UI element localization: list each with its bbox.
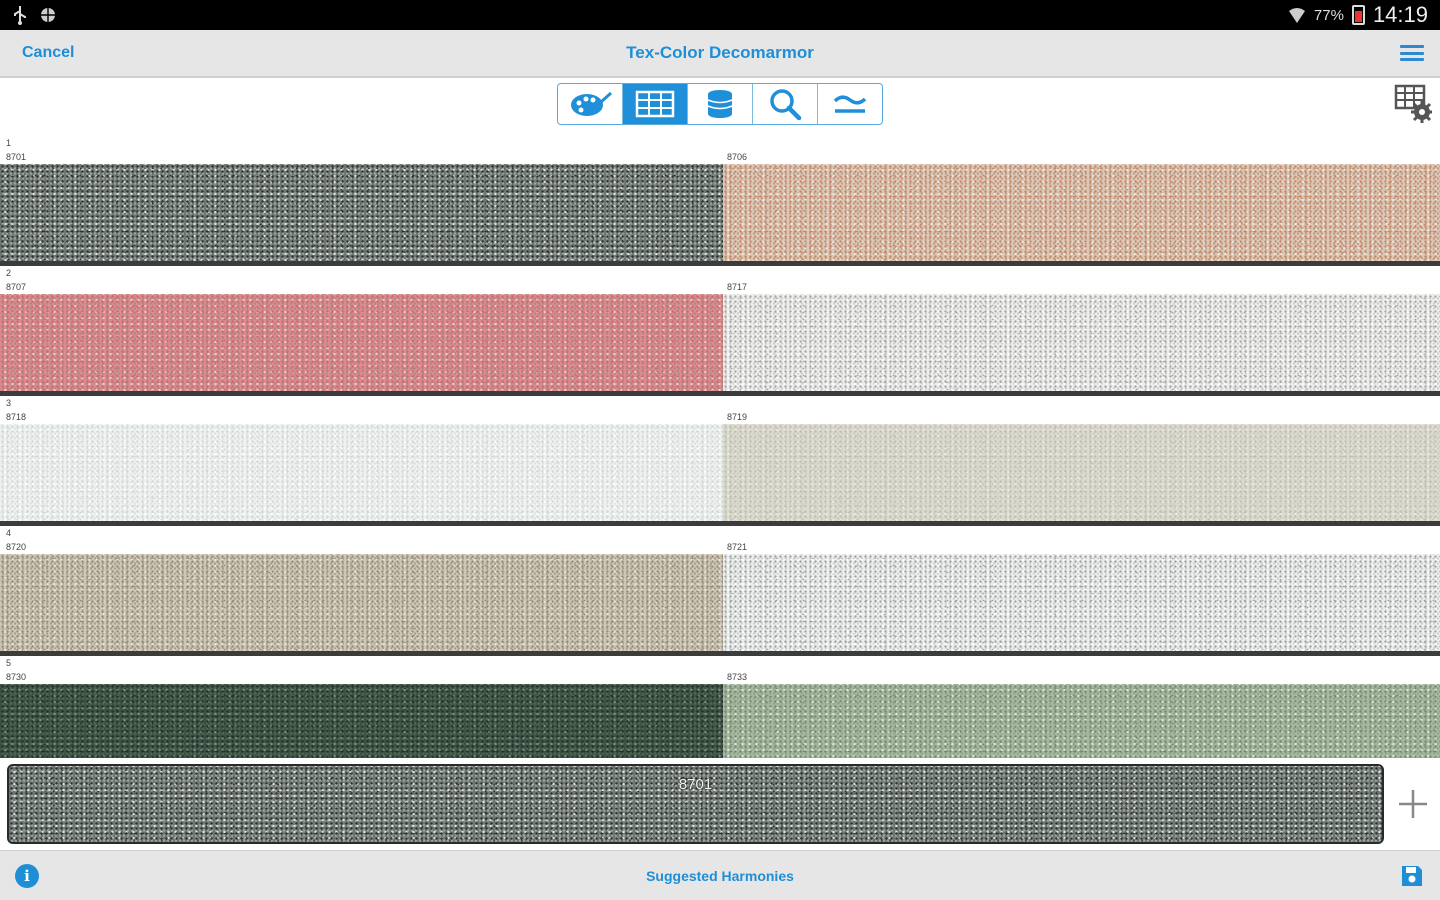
plus-icon[interactable]: [1396, 787, 1430, 821]
palette-brush-icon: [571, 91, 613, 116]
android-debug-icon: [40, 7, 56, 23]
swatch-card[interactable]: 8733: [723, 656, 1440, 758]
swatch-card[interactable]: 8718: [0, 396, 723, 521]
swatch-row: 1 8701 8706: [0, 136, 1440, 266]
swatch-texture: [723, 424, 1440, 521]
swatch-texture: [0, 164, 723, 261]
swatch-card[interactable]: 8719: [723, 396, 1440, 521]
battery-percent: 77%: [1313, 6, 1344, 24]
status-left: [12, 5, 58, 25]
swatch-texture: [723, 164, 1440, 261]
swatch-card[interactable]: 8717: [723, 266, 1440, 391]
swatch-card[interactable]: 8721: [723, 526, 1440, 651]
swatch-code: 8717: [727, 282, 748, 292]
swatch-code: 8720: [6, 542, 27, 552]
swatch-list: 1 8701 8706 2 8707 8717 3 8718 8719 4 87…: [0, 136, 1440, 758]
swatch-code: 8718: [6, 412, 27, 422]
suggested-harmonies-button[interactable]: Suggested Harmonies: [0, 868, 1440, 884]
color-stack-icon: [707, 90, 733, 118]
swatch-texture: [723, 554, 1440, 651]
view-mode-toolbar: [557, 83, 883, 125]
swatch-card[interactable]: 8706: [723, 136, 1440, 261]
swatch-texture: [0, 554, 723, 651]
approximately-equal-icon: [833, 95, 867, 113]
swatch-card[interactable]: 8701: [0, 136, 723, 261]
tab-similar[interactable]: [818, 84, 882, 124]
swatch-card[interactable]: 8720: [0, 526, 723, 651]
swatch-texture: [0, 684, 723, 758]
swatch-card[interactable]: 8730: [0, 656, 723, 758]
swatch-code: 8719: [727, 412, 748, 422]
action-bar: Cancel Tex-Color Decomarmor: [0, 30, 1440, 78]
tab-color-stack[interactable]: [688, 84, 753, 124]
swatch-code: 8730: [6, 672, 27, 682]
swatch-card[interactable]: 8707: [0, 266, 723, 391]
selected-swatch-code: 8701: [678, 776, 713, 793]
search-icon: [770, 89, 802, 120]
swatch-code: 8733: [727, 672, 748, 682]
grid-table-icon: [635, 90, 675, 118]
swatch-texture: [723, 684, 1440, 758]
selected-swatch[interactable]: 8701: [7, 764, 1384, 844]
swatch-code: 8721: [727, 542, 748, 552]
swatch-row: 3 8718 8719: [0, 396, 1440, 526]
battery-icon: [1351, 5, 1365, 25]
cancel-button[interactable]: Cancel: [22, 44, 74, 62]
save-floppy-icon[interactable]: [1400, 864, 1424, 888]
hamburger-menu-icon[interactable]: [1400, 43, 1424, 63]
tab-grid[interactable]: [623, 84, 688, 124]
tab-palette[interactable]: [558, 84, 623, 124]
swatch-texture: [0, 424, 723, 521]
swatch-row: 2 8707 8717: [0, 266, 1440, 396]
clock: 14:19: [1372, 2, 1428, 27]
swatch-row: 4 8720 8721: [0, 526, 1440, 656]
swatch-row: 5 8730 8733: [0, 656, 1440, 758]
status-right: 77% 14:19: [1288, 2, 1428, 28]
grid-settings-icon[interactable]: [1394, 84, 1432, 124]
swatch-code: 8707: [6, 282, 27, 292]
bottom-bar: i Suggested Harmonies: [0, 850, 1440, 900]
swatch-code: 8701: [6, 152, 27, 162]
swatch-code: 8706: [727, 152, 748, 162]
page-title: Tex-Color Decomarmor: [626, 43, 814, 62]
wifi-icon: [1288, 8, 1305, 23]
status-bar: 77% 14:19: [0, 0, 1440, 30]
usb-icon: [14, 6, 26, 25]
tab-search[interactable]: [753, 84, 818, 124]
swatch-texture: [723, 294, 1440, 391]
swatch-texture: [0, 294, 723, 391]
